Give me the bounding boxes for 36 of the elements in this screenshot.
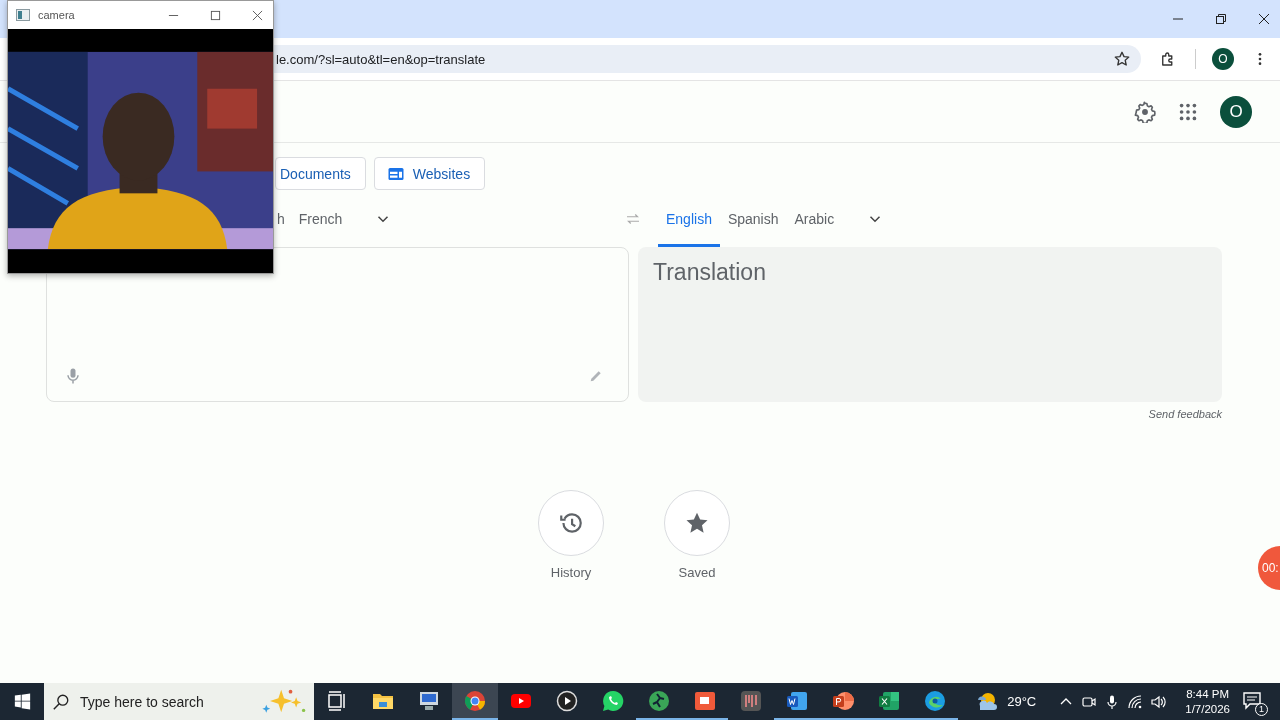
search-icon xyxy=(52,692,70,711)
settings-icon[interactable] xyxy=(1134,100,1156,123)
search-placeholder: Type here to search xyxy=(80,693,205,710)
temperature-text[interactable]: 29°C xyxy=(1007,694,1037,709)
profile-avatar[interactable]: O xyxy=(1212,48,1234,70)
close-icon[interactable] xyxy=(252,9,263,21)
restore-icon[interactable] xyxy=(1215,13,1227,25)
url-text: le.com/?sl=auto&tl=en&op=translate xyxy=(276,51,486,67)
maximize-icon[interactable] xyxy=(210,9,221,21)
language-tab[interactable]: Arabic xyxy=(786,191,843,247)
shortcut-label[interactable]: Saved xyxy=(678,565,716,580)
browser-icon[interactable] xyxy=(452,683,498,720)
star-icon[interactable] xyxy=(1113,50,1131,68)
send-feedback-link[interactable]: Send feedback xyxy=(1148,408,1222,422)
notification-count: 1 xyxy=(1255,702,1268,716)
history-icon xyxy=(558,510,584,536)
address-bar[interactable]: le.com/?sl=auto&tl=en&op=translate xyxy=(274,45,1141,73)
close-icon[interactable] xyxy=(1258,13,1270,25)
shortcut-label[interactable]: History xyxy=(550,565,592,580)
taskbar-search-field[interactable]: Type here to search xyxy=(44,683,314,720)
clock-date[interactable]: 1/7/2026 xyxy=(1185,701,1230,717)
account-avatar[interactable]: O xyxy=(1220,95,1252,128)
start-icon[interactable] xyxy=(14,693,31,710)
translation-placeholder: Translation xyxy=(653,259,766,285)
mode-tab[interactable]: Documents xyxy=(275,157,366,190)
volume-icon[interactable] xyxy=(1150,693,1167,710)
notification-icon[interactable] xyxy=(1242,689,1262,710)
mode-tab[interactable]: Websites xyxy=(373,157,486,190)
translation-output-field[interactable]: Translation xyxy=(638,247,1222,402)
wifi-icon[interactable] xyxy=(1127,693,1144,710)
app-icon xyxy=(16,9,30,21)
language-tab[interactable]: French xyxy=(290,191,351,247)
clock-time[interactable]: 8:44 PM xyxy=(1186,686,1230,702)
window-title: camera xyxy=(38,9,75,21)
language-tab[interactable]: Spanish xyxy=(719,191,787,247)
language-tab[interactable]: h xyxy=(277,191,291,247)
